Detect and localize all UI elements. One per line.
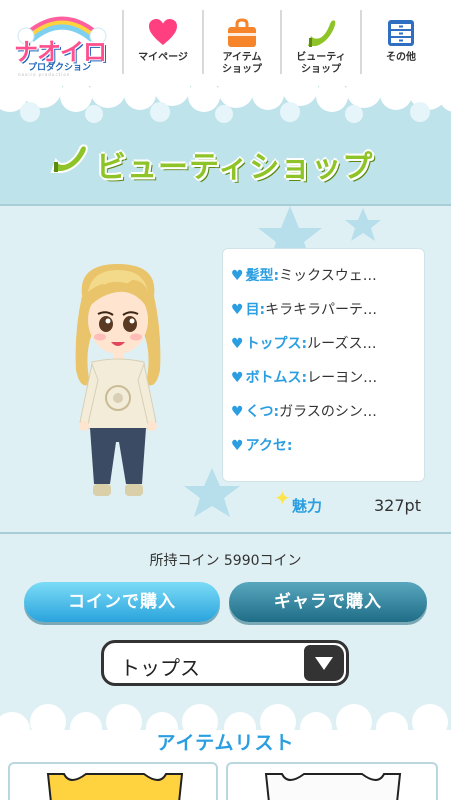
bag-icon [228, 18, 256, 47]
nav-other[interactable]: その他 [362, 0, 440, 86]
nav-mypage-label: マイページ [138, 52, 188, 63]
item-list-title: アイテムリスト [156, 732, 295, 754]
logo-tagline: naoiro production [18, 72, 71, 77]
heart-icon: ♥ [231, 404, 244, 420]
nav-item-shop[interactable]: アイテム ショップ [204, 0, 280, 86]
outfit-label: トップス: [245, 336, 308, 352]
outfit-label: 目: [245, 302, 266, 318]
outfit-label: ボトムス: [245, 370, 308, 386]
avatar[interactable] [62, 262, 174, 510]
heart-icon: ♥ [231, 370, 244, 386]
outfit-label: アクセ: [245, 438, 293, 454]
heart-icon: ♥ [231, 302, 244, 318]
header: ナオイロ プロダクション naoiro production マイページ アイテ… [0, 0, 451, 86]
item-thumbnail [46, 773, 184, 800]
outfit-row-hair: ♥ 髪型:ミックスウェ… [231, 265, 421, 287]
chevron-down-icon[interactable] [304, 645, 344, 681]
heart-icon [149, 19, 177, 45]
high-heel-icon [308, 20, 336, 47]
sparkle-icon: ✦ [274, 486, 291, 510]
drawer-icon [388, 20, 414, 46]
outfit-row-accessory: ♥ アクセ: [231, 435, 421, 457]
logo[interactable]: ナオイロ プロダクション naoiro production [6, 6, 118, 80]
outfit-value: ミックスウェ… [279, 268, 377, 284]
category-select-value: トップス [120, 656, 200, 680]
item-card[interactable] [226, 762, 438, 800]
nav-other-label: その他 [386, 52, 416, 63]
charm-value: 327pt [374, 496, 421, 515]
outfit-card: ♥ 髪型:ミックスウェ… ♥ 目:キラキラパーテ… ♥ トップス:ルーズス… ♥ ボトム… [222, 248, 425, 482]
outfit-value: ルーズス… [307, 336, 377, 352]
nav-item-shop-label: アイテム ショップ [222, 52, 262, 75]
page-title: ビューティショップ [96, 150, 374, 185]
outfit-row-tops: ♥ トップス:ルーズス… [231, 333, 421, 355]
divider [0, 532, 451, 534]
buy-with-gallery-button[interactable]: ギャラで購入 [229, 582, 427, 622]
heart-icon: ♥ [231, 336, 244, 352]
page-title-area: ビューティショップ [0, 136, 451, 185]
outfit-row-bottoms: ♥ ボトムス:レーヨン… [231, 367, 421, 389]
heart-icon: ♥ [231, 438, 244, 454]
outfit-row-shoes: ♥ くつ:ガラスのシン… [231, 401, 421, 423]
outfit-value: ガラスのシン… [279, 404, 377, 420]
coin-balance: 所持コイン 5990コイン [149, 553, 302, 569]
charm-label: 魅力 [292, 497, 323, 515]
item-card[interactable] [8, 762, 218, 800]
outfit-label: くつ: [245, 404, 280, 420]
outfit-value: キラキラパーテ… [265, 302, 378, 318]
category-select[interactable]: トップス [101, 640, 349, 686]
high-heel-icon [50, 144, 88, 173]
nav-beauty-shop-label: ビューティ ショップ [296, 52, 346, 75]
buy-with-coin-button[interactable]: コインで購入 [24, 582, 220, 622]
nav-mypage[interactable]: マイページ [124, 0, 202, 86]
nav-beauty-shop[interactable]: ビューティ ショップ [282, 0, 360, 86]
item-thumbnail [264, 773, 402, 800]
outfit-value: レーヨン… [307, 370, 378, 386]
outfit-row-eyes: ♥ 目:キラキラパーテ… [231, 299, 421, 321]
heart-icon: ♥ [231, 268, 244, 284]
outfit-label: 髪型: [245, 268, 280, 284]
